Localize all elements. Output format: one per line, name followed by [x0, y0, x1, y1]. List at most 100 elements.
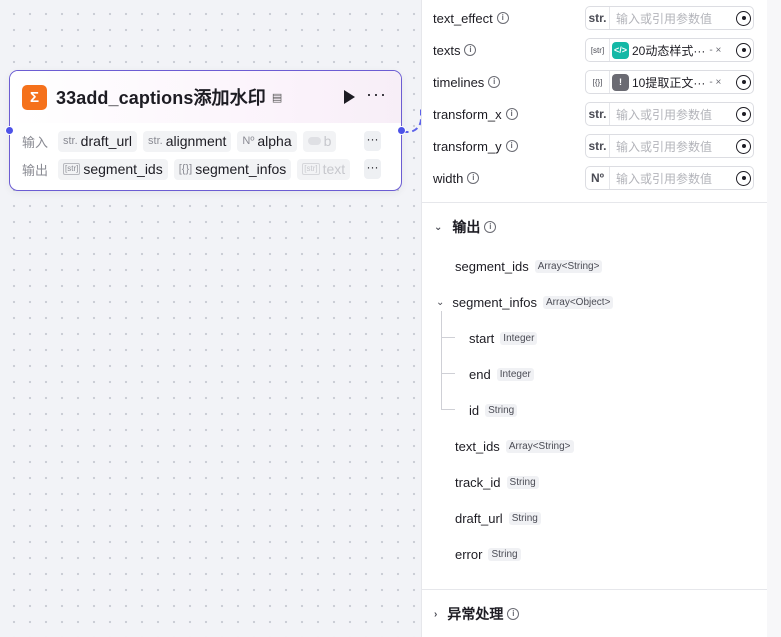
node-config-panel [421, 0, 767, 637]
inputs-label: 输入 [22, 134, 49, 150]
info-icon: i [496, 12, 509, 24]
param-name: transform_x [433, 106, 502, 122]
type-badge: Array<Object> [542, 295, 614, 309]
output-field-segment-ids: segment_ids Array<String> [455, 256, 603, 276]
exception-section-header[interactable]: › 异常处理 i [434, 604, 520, 624]
output-field-text-ids: text_ids Array<String> [455, 436, 574, 456]
inputs-more-button[interactable]: ··· [364, 131, 381, 151]
reference-icon [736, 74, 751, 90]
remove-chip-icon[interactable]: - × [709, 45, 721, 56]
output-field-id: id String [469, 400, 518, 420]
type-str-icon: str. [586, 7, 610, 29]
output-field-segment-infos[interactable]: ⌄ segment_infos Array<Object> [436, 292, 614, 312]
reference-chip[interactable]: </> 20动态样式··· - × [612, 41, 753, 59]
reference-icon [736, 42, 751, 58]
param-placeholder: 输入或引用参数值 [616, 107, 713, 122]
param-input-texts[interactable]: [str] </> 20动态样式··· - × [585, 38, 754, 62]
chip-label: 20动态样式··· [632, 43, 706, 58]
output-field-error: error String [455, 544, 521, 564]
param-row-text-effect: text_effect i str. 输入或引用参数值 [433, 6, 763, 30]
tree-line [441, 311, 442, 409]
type-str-icon: str. [586, 135, 610, 157]
type-str-icon: str. [586, 103, 610, 125]
scrollbar[interactable] [767, 0, 781, 637]
plugin-badge-icon: ▤ [271, 91, 283, 104]
input-pill-alpha: Nº alpha [237, 130, 297, 152]
exception-title: 异常处理 [447, 606, 504, 622]
type-array-object-icon: [{}] [586, 71, 610, 93]
param-input-transform-y[interactable]: str. 输入或引用参数值 [585, 134, 754, 158]
section-divider [421, 202, 767, 203]
param-row-transform-y: transform_y i str. 输入或引用参数值 [433, 134, 763, 158]
type-badge: Array<String> [534, 259, 603, 273]
reference-icon [736, 106, 751, 122]
param-row-timelines: timelines i [{}] ! 10提取正文··· - × [433, 70, 763, 94]
type-badge: Array<String> [505, 439, 574, 453]
reference-icon [736, 138, 751, 154]
param-name: timelines [433, 74, 485, 90]
type-badge: Integer [496, 367, 534, 381]
node-header: Σ 33add_captions添加水印 ▤ ··· [10, 71, 401, 123]
output-section-header[interactable]: ⌄ 输出 i [434, 217, 497, 237]
info-icon: i [505, 140, 518, 152]
param-input-transform-x[interactable]: str. 输入或引用参数值 [585, 102, 754, 126]
outputs-label: 输出 [22, 162, 49, 178]
warning-node-icon: ! [612, 73, 629, 91]
output-pill-segment-ids: [str] segment_ids [58, 158, 168, 180]
param-name: transform_y [433, 138, 502, 154]
type-badge: String [506, 475, 539, 489]
reference-chip[interactable]: ! 10提取正文··· - × [612, 73, 753, 91]
info-icon: i [484, 221, 497, 233]
chevron-down-icon: ⌄ [436, 296, 445, 308]
outputs-more-button[interactable]: ··· [364, 159, 381, 179]
output-port[interactable] [397, 126, 406, 135]
tree-branch [441, 409, 455, 410]
param-placeholder: 输入或引用参数值 [616, 171, 713, 186]
param-row-transform-x: transform_x i str. 输入或引用参数值 [433, 102, 763, 126]
output-field-draft-url: draft_url String [455, 508, 541, 528]
plugin-node[interactable]: Σ 33add_captions添加水印 ▤ ··· 输入 str. draft_… [5, 70, 406, 191]
type-number-icon: Nº [586, 167, 610, 189]
info-icon: i [505, 108, 518, 120]
node-title: 33add_captions添加水印 [56, 88, 266, 108]
tree-branch [441, 373, 455, 374]
param-input-timelines[interactable]: [{}] ! 10提取正文··· - × [585, 70, 754, 94]
output-field-end: end Integer [469, 364, 534, 384]
remove-chip-icon[interactable]: - × [709, 77, 721, 88]
section-divider [421, 589, 767, 590]
info-icon: i [464, 44, 477, 56]
output-field-start: start Integer [469, 328, 538, 348]
input-pill-alignment: str. alignment [143, 130, 232, 152]
run-icon[interactable] [344, 90, 355, 104]
info-icon: i [467, 172, 480, 184]
info-icon: i [488, 76, 501, 88]
node-inputs-row: 输入 str. draft_url str. alignment Nº alpha b… [10, 127, 401, 155]
input-pill-b: b [302, 130, 337, 152]
input-port[interactable] [5, 126, 14, 135]
more-icon[interactable]: ··· [366, 84, 387, 105]
node-outputs-row: 输出 [str] segment_ids [{}] segment_infos [s… [10, 155, 401, 183]
type-badge: Integer [500, 331, 538, 345]
param-name: text_effect [433, 10, 493, 26]
output-title: 输出 [452, 219, 481, 235]
toggle-icon [307, 137, 321, 145]
param-row-texts: texts i [str] </> 20动态样式··· - × [433, 38, 763, 62]
param-name: texts [433, 42, 461, 58]
chevron-down-icon: ⌄ [434, 221, 443, 233]
info-icon: i [507, 608, 520, 620]
type-badge: String [488, 547, 521, 561]
param-input-text-effect[interactable]: str. 输入或引用参数值 [585, 6, 754, 30]
param-row-width: width i Nº 输入或引用参数值 [433, 166, 763, 190]
type-badge: String [485, 403, 518, 417]
reference-icon [736, 10, 751, 26]
type-badge: String [508, 511, 541, 525]
tree-branch [441, 337, 455, 338]
output-pill-text: [str] text [297, 158, 351, 180]
param-input-width[interactable]: Nº 输入或引用参数值 [585, 166, 754, 190]
output-field-track-id: track_id String [455, 472, 539, 492]
plugin-logo-icon: Σ [22, 84, 47, 110]
param-placeholder: 输入或引用参数值 [616, 11, 713, 26]
reference-icon [736, 170, 751, 186]
param-name: width [433, 170, 464, 186]
input-pill-draft-url: str. draft_url [58, 130, 138, 152]
